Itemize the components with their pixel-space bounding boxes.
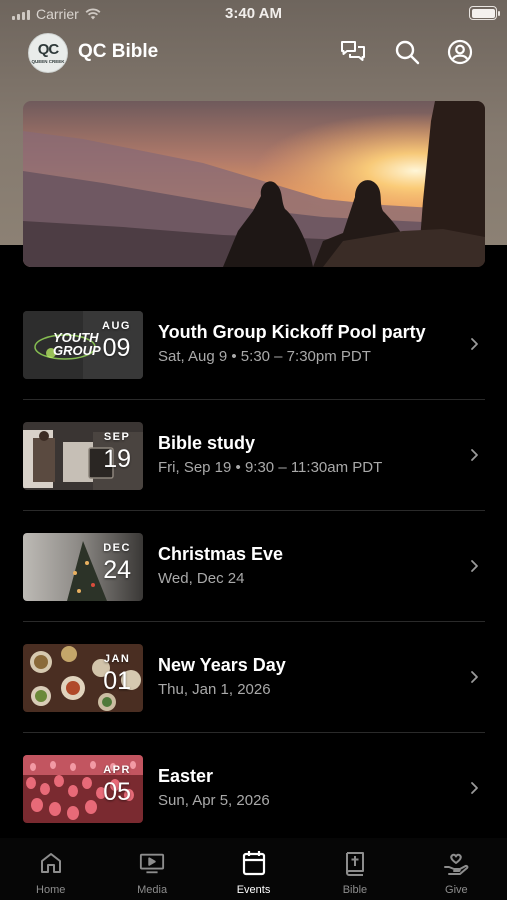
tab-label: Events (236, 884, 271, 896)
event-month: JAN (103, 653, 131, 665)
event-list: YOUTH GROUP AUG 09 Youth Group Kickoff P… (23, 289, 485, 844)
chevron-right-icon (471, 449, 478, 461)
tab-bible[interactable]: Bible (304, 838, 405, 900)
event-title: Easter (158, 766, 214, 786)
event-date-badge: DEC 24 (103, 542, 131, 584)
event-date-badge: APR 05 (103, 764, 131, 806)
tab-bar: Home Media Events Bible Give (0, 838, 507, 900)
chevron-right-icon (471, 560, 478, 572)
event-thumbnail: DEC 24 (23, 533, 143, 601)
event-title: Bible study (158, 433, 256, 453)
chevron-right-icon (471, 671, 478, 683)
event-month: APR (103, 764, 131, 776)
tab-media[interactable]: Media (101, 838, 202, 900)
chat-icon (341, 41, 365, 61)
event-day: 05 (103, 778, 131, 806)
event-title: Youth Group Kickoff Pool party (158, 322, 426, 342)
event-thumbnail: SEP 19 (23, 422, 143, 490)
event-day: 24 (103, 556, 131, 584)
event-row[interactable]: JAN 01 New Years Day Thu, Jan 1, 2026 (23, 622, 485, 733)
event-thumbnail: JAN 01 (23, 644, 143, 712)
event-datetime: Sat, Aug 9 • 5:30 – 7:30pm PDT (158, 348, 371, 365)
calendar-icon (242, 851, 265, 876)
tab-label: Bible (342, 884, 368, 896)
event-title: New Years Day (158, 655, 286, 675)
home-icon (40, 853, 61, 873)
sunset-image (23, 101, 485, 267)
tab-events[interactable]: Events (203, 838, 304, 900)
account-button[interactable] (446, 38, 474, 66)
event-day: 09 (102, 334, 131, 362)
event-thumbnail: YOUTH GROUP AUG 09 (23, 311, 143, 379)
logo-subtext: QUEEN CREEK (31, 59, 65, 64)
event-month: DEC (103, 542, 131, 554)
event-month: AUG (102, 320, 131, 332)
event-date-badge: AUG 09 (102, 320, 131, 362)
event-datetime: Thu, Jan 1, 2026 (158, 681, 271, 698)
event-date-badge: SEP 19 (103, 431, 131, 473)
event-datetime: Fri, Sep 19 • 9:30 – 11:30am PDT (158, 459, 383, 476)
app-header: QC QUEEN CREEK QC Bible (0, 30, 507, 76)
event-datetime: Wed, Dec 24 (158, 570, 245, 587)
status-bar: Carrier 3:40 AM (0, 0, 507, 28)
battery-icon (469, 6, 500, 20)
logo-mark: QC (37, 41, 60, 58)
tab-label: Media (137, 884, 168, 896)
event-date-badge: JAN 01 (103, 653, 131, 695)
event-title: Christmas Eve (158, 544, 284, 564)
church-logo[interactable]: QC QUEEN CREEK (28, 33, 68, 73)
chat-button[interactable] (339, 38, 367, 66)
tab-give[interactable]: Give (406, 838, 507, 900)
tab-label: Home (36, 884, 66, 896)
tab-home[interactable]: Home (0, 838, 101, 900)
event-datetime: Sun, Apr 5, 2026 (158, 792, 270, 809)
give-icon (444, 853, 469, 875)
event-thumbnail: APR 05 (23, 755, 143, 823)
bible-icon (345, 852, 364, 876)
tv-icon (140, 853, 165, 874)
hero-banner-image[interactable] (23, 101, 485, 267)
search-button[interactable] (393, 38, 421, 66)
event-row[interactable]: YOUTH GROUP AUG 09 Youth Group Kickoff P… (23, 289, 485, 400)
event-month: SEP (103, 431, 131, 443)
event-row[interactable]: SEP 19 Bible study Fri, Sep 19 • 9:30 – … (23, 400, 485, 511)
account-icon (447, 39, 473, 65)
app-title: QC Bible (78, 41, 159, 62)
search-icon (395, 40, 420, 65)
chevron-right-icon (471, 782, 478, 794)
event-row[interactable]: DEC 24 Christmas Eve Wed, Dec 24 (23, 511, 485, 622)
event-day: 19 (103, 445, 131, 473)
event-row[interactable]: APR 05 Easter Sun, Apr 5, 2026 (23, 733, 485, 844)
tab-label: Give (445, 884, 468, 896)
status-time: 3:40 AM (225, 5, 282, 22)
event-day: 01 (103, 667, 131, 695)
chevron-right-icon (471, 338, 478, 350)
